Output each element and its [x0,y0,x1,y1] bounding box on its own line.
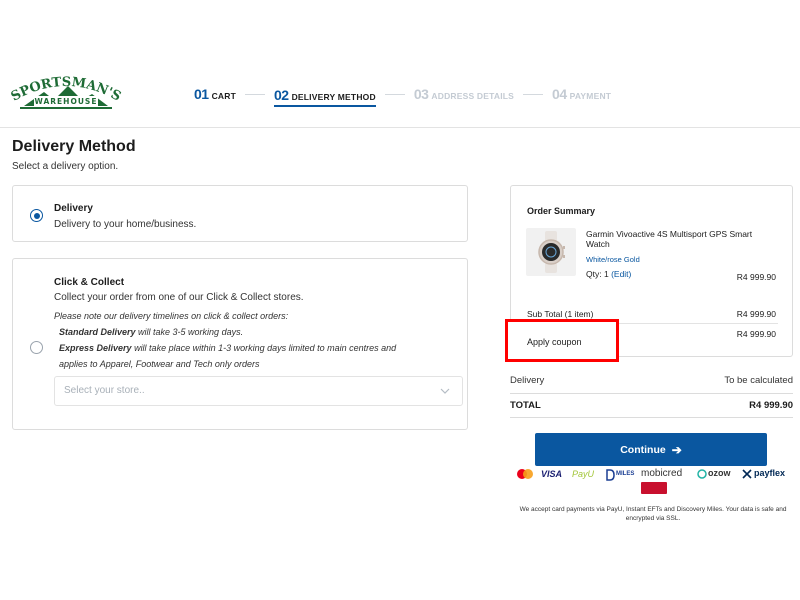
page-title: Delivery Method [12,138,136,155]
step-number: 04 [552,86,567,102]
continue-label: Continue [620,443,666,456]
payflex-text: payflex [754,468,786,478]
ozow-text: ozow [708,468,731,478]
checkout-steps: 01 CART 02 DELIVERY METHOD 03 ADDRESS DE… [194,84,611,107]
payu-logo: PayU [572,469,595,479]
arrow-right-icon: ➔ [671,442,682,457]
step-cart[interactable]: 01 CART [194,86,236,102]
secure-badge-icon [641,482,667,494]
delivery-option-desc: Delivery to your home/business. [54,219,197,230]
step-number: 02 [274,87,289,103]
delivery-radio[interactable] [30,209,43,222]
product-variant: White/rose Gold [586,255,640,264]
step-number: 01 [194,86,209,102]
click-collect-option-card[interactable]: Click & Collect Collect your order from … [12,258,468,430]
sportsmans-warehouse-logo[interactable]: SPORTSMAN'S WAREHOUSE [10,70,122,120]
delivery-cost-label: Delivery [510,375,545,386]
discovery-miles-logo: MILES [605,468,635,481]
step-label: ADDRESS DETAILS [431,91,515,101]
visa-logo: VISA [541,469,563,479]
product-quantity: Qty: 1 (Edit) [586,269,631,279]
product-name[interactable]: Garmin Vivoactive 4S Multisport GPS Smar… [586,229,776,249]
express-delivery-note: Express Delivery will take place within … [59,340,396,356]
totals-divider-bottom [510,417,793,418]
express-delivery-text: will take place within 1-3 working days … [131,343,397,353]
click-collect-radio[interactable] [30,341,43,354]
payflex-icon [742,469,752,479]
totals-divider [510,393,793,394]
total-value: R4 999.90 [749,400,793,411]
step-separator [245,93,265,95]
delivery-cost-value: To be calculated [724,375,793,386]
order-summary-title: Order Summary [527,206,596,216]
logo-text-bottom: WAREHOUSE [35,97,98,106]
quantity-label: Qty: 1 [586,269,609,279]
step-payment: 04 PAYMENT [552,86,611,102]
express-delivery-label: Express Delivery [59,343,132,353]
delivery-option-title: Delivery [54,203,93,214]
page-subtitle: Select a delivery option. [12,161,119,172]
store-select-placeholder: Select your store.. [64,385,145,396]
apply-coupon-link[interactable]: Apply coupon [527,337,582,347]
product-price: R4 999.90 [736,272,776,282]
express-delivery-note-cont: applies to Apparel, Footwear and Tech on… [59,359,260,369]
chevron-down-icon [440,388,450,394]
subtotal-label: Sub Total (1 item) [527,309,594,319]
step-delivery-method[interactable]: 02 DELIVERY METHOD [274,87,376,107]
total-label: TOTAL [510,400,541,411]
step-label: DELIVERY METHOD [291,92,376,102]
step-label: PAYMENT [569,91,612,101]
step-number: 03 [413,86,429,102]
smartwatch-icon [538,231,565,273]
store-select[interactable]: Select your store.. [54,376,463,406]
checkout-header: SPORTSMAN'S WAREHOUSE 01 CART 02 DELIVER… [0,60,800,128]
delivery-option-card[interactable]: Delivery Delivery to your home/business. [12,185,468,242]
edit-quantity-link[interactable]: (Edit) [611,269,631,279]
payment-methods: VISA PayU MILES mobicred ozow payflex [516,468,788,498]
coupon-total-value: R4 999.90 [736,329,776,339]
mastercard-icon [517,469,533,479]
step-separator [523,93,544,95]
miles-text: MILES [616,471,635,477]
apply-coupon-highlight[interactable]: Apply coupon [505,319,619,362]
subtotal-value: R4 999.90 [736,309,776,319]
step-separator [384,93,405,95]
product-thumbnail[interactable] [526,228,576,276]
step-label: CART [211,91,236,101]
click-collect-title: Click & Collect [54,277,125,288]
ozow-icon [697,469,707,479]
standard-delivery-text: will take 3-5 working days. [135,327,244,337]
standard-delivery-label: Standard Delivery [59,327,136,337]
click-collect-note-intro: Please note our delivery timelines on cl… [54,311,289,321]
step-address-details: 03 ADDRESS DETAILS [414,86,514,102]
continue-button[interactable]: Continue ➔ [535,433,767,466]
payment-disclaimer: We accept card payments via PayU, Instan… [519,506,787,522]
click-collect-desc: Collect your order from one of our Click… [54,292,304,303]
standard-delivery-note: Standard Delivery will take 3-5 working … [59,324,243,340]
discovery-d-icon [606,469,615,481]
mobicred-logo: mobicred [641,468,683,479]
